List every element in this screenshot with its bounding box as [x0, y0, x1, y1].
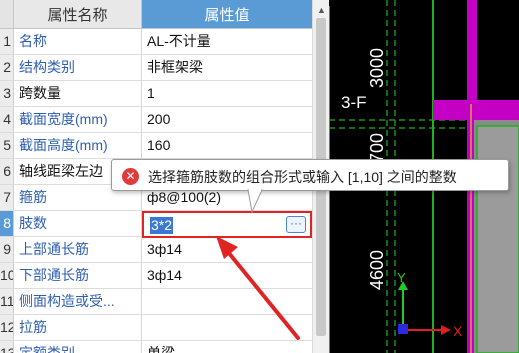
property-name: 下部通长筋 [14, 263, 142, 288]
row-number: 9 [0, 237, 14, 262]
more-options-button[interactable]: ··· [286, 216, 306, 233]
row-number: 6 [0, 159, 14, 184]
dimension-3000: 3000 [367, 47, 387, 88]
property-name: 截面宽度(mm) [14, 107, 142, 132]
y-axis-label: Y [397, 270, 406, 285]
property-name: 名称 [14, 29, 142, 54]
grid-axis-label: 3-F [341, 93, 367, 112]
property-row[interactable]: 13定额类别单梁 [0, 341, 312, 353]
row-number: 2 [0, 55, 14, 80]
property-value[interactable]: 3ф14 [142, 263, 312, 288]
property-row[interactable]: 1 名称 AL-不计量 [0, 29, 312, 55]
scroll-up-icon[interactable]: ▲ [317, 5, 326, 15]
row-number-header [0, 0, 14, 29]
property-name: 跨数量 [14, 81, 142, 106]
property-value[interactable] [142, 315, 312, 340]
property-value[interactable]: 单梁 [142, 341, 312, 353]
property-name: 肢数 [14, 211, 142, 236]
property-row[interactable]: 3 跨数量 1 [0, 81, 312, 107]
property-value[interactable]: AL-不计量 [142, 29, 312, 54]
property-value[interactable]: 3ф14 [142, 237, 312, 262]
property-name: 上部通长筋 [14, 237, 142, 262]
row-number: 3 [0, 81, 14, 106]
property-value[interactable]: 1 [142, 81, 312, 106]
limb-count-input[interactable]: 3*2 [150, 217, 174, 234]
error-icon: ✕ [122, 168, 139, 185]
validation-tooltip: ✕ 选择箍筋肢数的组合形式或输入 [1,10] 之间的整数 [111, 159, 509, 191]
row-number: 13 [0, 341, 14, 353]
property-value[interactable]: 200 [142, 107, 312, 132]
dimension-4600: 4600 [367, 249, 387, 290]
property-name: 拉筋 [14, 315, 142, 340]
property-row[interactable]: 2 结构类别 非框架梁 [0, 55, 312, 81]
property-row[interactable]: 10下部通长筋3ф14 [0, 263, 312, 289]
property-row[interactable]: 5 截面高度(mm) 160 [0, 133, 312, 159]
property-name: 结构类别 [14, 55, 142, 80]
property-row[interactable]: 9 上部通长筋 3ф14 [0, 237, 312, 263]
row-number: 5 [0, 133, 14, 158]
row-number: 11 [0, 289, 14, 314]
property-name-header: 属性名称 [14, 0, 142, 29]
row-number: 1 [0, 29, 14, 54]
row-number: 7 [0, 185, 14, 210]
x-axis-label: X [453, 323, 463, 339]
property-value-header: 属性值 [142, 0, 312, 29]
row-number: 4 [0, 107, 14, 132]
property-name: 截面高度(mm) [14, 133, 142, 158]
property-value[interactable]: 160 [142, 133, 312, 158]
property-name: 侧面构造或受... [14, 289, 142, 314]
property-row[interactable]: 4 截面宽度(mm) 200 [0, 107, 312, 133]
row-number: 10 [0, 263, 14, 288]
limb-count-editor[interactable]: 3*2 ··· [142, 211, 312, 238]
row-number: 8 [0, 211, 14, 236]
row-number: 12 [0, 315, 14, 340]
property-value[interactable]: 非框架梁 [142, 55, 312, 80]
tooltip-message: 选择箍筋肢数的组合形式或输入 [1,10] 之间的整数 [148, 169, 457, 185]
property-row[interactable]: 12拉筋 [0, 315, 312, 341]
property-value[interactable] [142, 289, 312, 314]
property-name: 定额类别 [14, 341, 142, 353]
property-row[interactable]: 11 侧面构造或受... [0, 289, 312, 315]
